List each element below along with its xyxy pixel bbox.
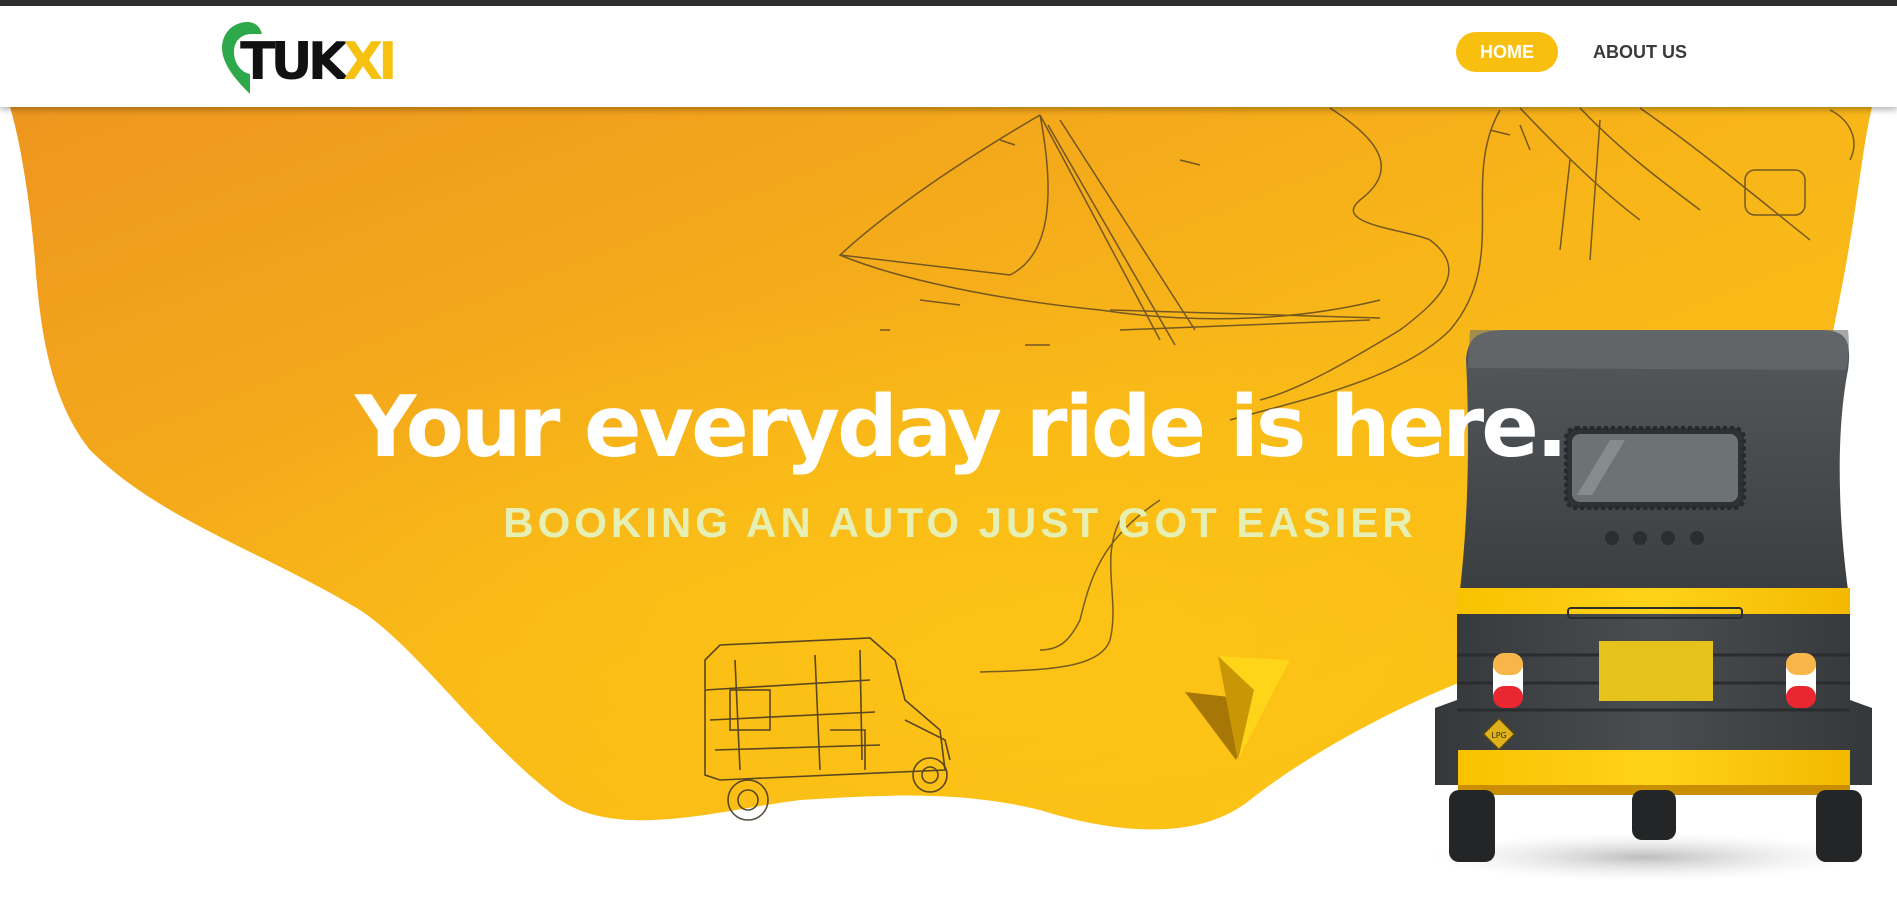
nav-about-link[interactable]: ABOUT US xyxy=(1593,32,1687,72)
logo-wordmark: TUKXI xyxy=(240,32,397,92)
hero-title: Your everyday ride is here. xyxy=(354,378,1568,477)
svg-text:LPG: LPG xyxy=(1491,731,1506,740)
main-nav: HOME ABOUT US xyxy=(1456,32,1687,72)
nav-home-button[interactable]: HOME xyxy=(1456,32,1558,72)
brand-logo[interactable]: TUKXI xyxy=(218,14,397,98)
hero-subtitle: BOOKING AN AUTO JUST GOT EASIER xyxy=(503,499,1417,546)
navbar: TUKXI HOME ABOUT US xyxy=(0,6,1897,107)
